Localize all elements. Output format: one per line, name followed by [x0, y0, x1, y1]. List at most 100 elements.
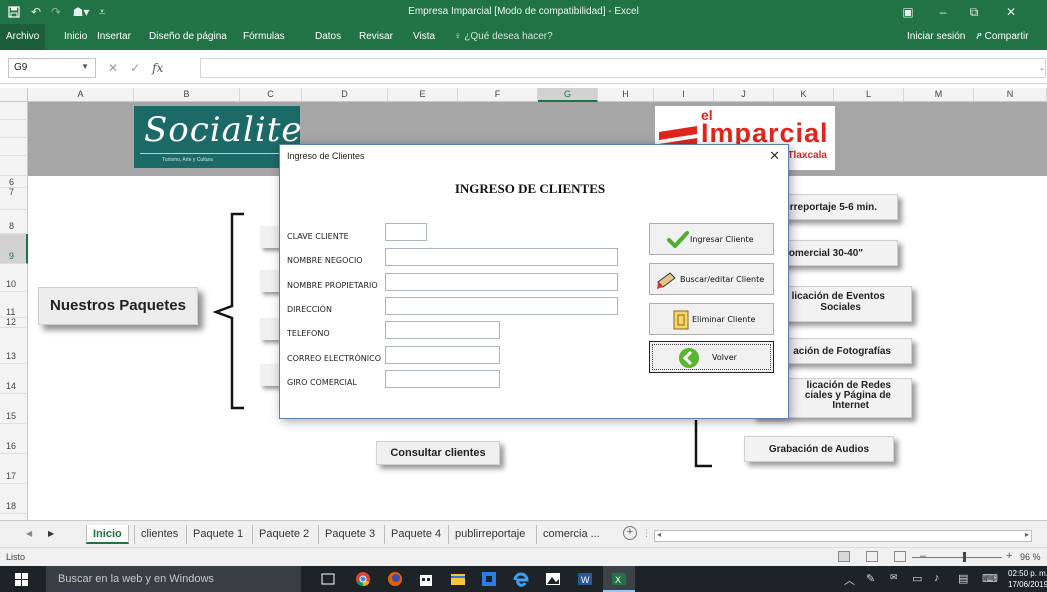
column-header[interactable]: A — [28, 88, 134, 102]
store-icon[interactable] — [418, 571, 434, 587]
package-button-stub[interactable] — [260, 226, 280, 248]
row-header[interactable]: 8 — [0, 210, 28, 234]
media-icon[interactable] — [481, 571, 497, 587]
tab-insertar[interactable]: Insertar — [97, 31, 131, 42]
row-header[interactable]: 15 — [0, 394, 28, 424]
row-header[interactable]: 12 — [0, 318, 28, 328]
name-box[interactable]: G9 ▼ — [8, 58, 96, 78]
nombre-propietario-input[interactable] — [385, 273, 618, 291]
column-header[interactable]: F — [458, 88, 538, 102]
sheet-tab[interactable]: publirreportaje — [448, 525, 531, 544]
zoom-out-icon[interactable]: – — [920, 550, 926, 562]
row-header[interactable]: 17 — [0, 454, 28, 484]
zoom-slider[interactable] — [912, 557, 1002, 558]
direccion-input[interactable] — [385, 297, 618, 315]
column-header[interactable]: D — [302, 88, 388, 102]
telefono-input[interactable] — [385, 321, 500, 339]
sign-in-link[interactable]: Iniciar sesión — [907, 31, 965, 42]
zoom-slider-thumb[interactable] — [963, 552, 966, 562]
volume-icon[interactable]: ♪ — [934, 572, 940, 584]
tab-vista[interactable]: Vista — [413, 31, 435, 42]
normal-view-icon[interactable] — [838, 551, 850, 562]
row-header[interactable]: 11 — [0, 292, 28, 318]
insert-function-icon[interactable]: fx — [152, 61, 163, 75]
tab-revisar[interactable]: Revisar — [359, 31, 393, 42]
minimize-icon[interactable]: – — [932, 3, 954, 21]
close-window-icon[interactable]: ✕ — [1000, 3, 1022, 21]
tab-datos[interactable]: Datos — [315, 31, 341, 42]
column-header[interactable]: B — [134, 88, 240, 102]
taskbar-clock[interactable]: 02:50 p. m. 17/06/2019 — [1008, 568, 1047, 590]
column-header[interactable]: K — [774, 88, 834, 102]
row-header[interactable]: 10 — [0, 264, 28, 292]
row-header[interactable]: 7 — [0, 188, 28, 210]
formula-input[interactable] — [200, 58, 1046, 78]
input-icon[interactable]: ✉ — [890, 572, 898, 583]
package-button-audios[interactable]: Grabación de Audios — [744, 436, 894, 462]
tab-archivo[interactable]: Archivo — [0, 24, 46, 50]
volver-button[interactable]: Volver — [649, 341, 774, 373]
row-header[interactable]: 16 — [0, 424, 28, 454]
row-header[interactable]: 14 — [0, 364, 28, 394]
column-header[interactable]: J — [714, 88, 774, 102]
sheet-tab[interactable]: Paquete 2 — [252, 525, 315, 544]
clave-cliente-input[interactable] — [385, 223, 427, 241]
sheet-tab[interactable]: Paquete 4 — [384, 525, 447, 544]
horizontal-scrollbar[interactable]: ◂ ▸ — [654, 530, 1032, 542]
column-header[interactable]: I — [654, 88, 714, 102]
edge-icon[interactable] — [513, 571, 529, 587]
column-header[interactable]: M — [904, 88, 974, 102]
page-break-view-icon[interactable] — [894, 551, 906, 562]
giro-comercial-input[interactable] — [385, 370, 500, 388]
sheet-tab[interactable]: Paquete 3 — [318, 525, 381, 544]
close-icon[interactable]: ✕ — [769, 148, 780, 164]
photos-icon[interactable] — [545, 571, 561, 587]
row-header[interactable] — [0, 102, 28, 120]
consultar-clientes-button[interactable]: Consultar clientes — [376, 441, 500, 465]
battery-icon[interactable]: ▭ — [912, 572, 922, 585]
enter-icon[interactable]: ✓ — [130, 61, 140, 75]
notifications-icon[interactable]: ▤ — [958, 572, 968, 585]
firefox-icon[interactable] — [387, 571, 403, 587]
row-header[interactable]: 6 — [0, 178, 28, 188]
package-button-stub[interactable] — [260, 364, 280, 386]
column-header[interactable]: E — [388, 88, 458, 102]
row-header[interactable]: 13 — [0, 328, 28, 364]
sheet-tab-inicio[interactable]: Inicio — [86, 525, 129, 544]
scroll-right-icon[interactable]: ▸ — [1025, 530, 1029, 539]
page-layout-view-icon[interactable] — [866, 551, 878, 562]
column-header-selected[interactable]: G — [538, 88, 598, 102]
taskbar-search[interactable]: Buscar en la web y en Windows — [46, 566, 301, 592]
scroll-left-icon[interactable]: ◂ — [657, 530, 661, 539]
restore-icon[interactable]: ⧉ — [963, 3, 985, 21]
column-header[interactable]: C — [240, 88, 302, 102]
pen-icon[interactable]: ✎ — [866, 572, 875, 585]
keyboard-icon[interactable]: ⌨ — [982, 572, 998, 585]
correo-input[interactable] — [385, 346, 500, 364]
row-header[interactable] — [0, 156, 28, 176]
row-header[interactable] — [0, 138, 28, 156]
excel-taskbar-active[interactable]: X — [603, 566, 635, 592]
nombre-negocio-input[interactable] — [385, 248, 618, 266]
row-header[interactable] — [0, 120, 28, 138]
tab-scroll-left-icon[interactable]: ◀ — [26, 529, 32, 538]
column-header[interactable]: N — [974, 88, 1047, 102]
windows-start-icon[interactable] — [15, 573, 28, 586]
sheet-tab[interactable]: clientes — [134, 525, 184, 544]
package-button-stub[interactable] — [260, 270, 280, 292]
select-all-corner[interactable] — [0, 88, 28, 102]
expand-formula-bar-icon[interactable]: ⌄ — [1039, 64, 1045, 72]
share-button[interactable]: ዖ Compartir — [976, 31, 1029, 42]
package-button-stub[interactable] — [260, 318, 280, 340]
column-header[interactable]: L — [834, 88, 904, 102]
cancel-entry-icon[interactable]: ✕ — [108, 61, 118, 75]
ingresar-cliente-button[interactable]: Ingresar Cliente — [649, 223, 774, 255]
zoom-level[interactable]: 96 % — [1020, 552, 1041, 562]
tab-scroll-right-icon[interactable]: ▶ — [48, 529, 54, 538]
chrome-icon[interactable] — [355, 571, 371, 587]
tab-diseno-pagina[interactable]: Diseño de página — [149, 31, 227, 42]
sheet-tab[interactable]: comercia ... — [536, 525, 606, 544]
word-icon[interactable]: W — [577, 571, 593, 587]
zoom-in-icon[interactable]: + — [1006, 550, 1012, 562]
ribbon-display-options-icon[interactable]: ▣ — [897, 3, 919, 21]
